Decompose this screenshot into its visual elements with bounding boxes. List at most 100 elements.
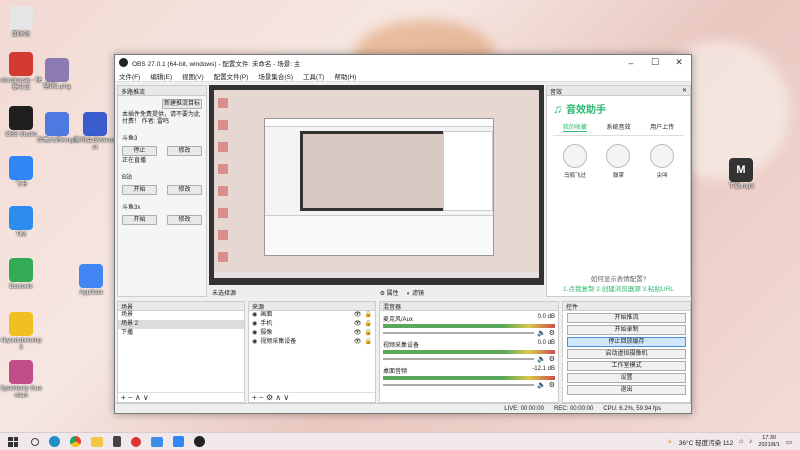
control-button[interactable]: 开始推流 [567,313,686,323]
stream-edit-button[interactable]: 修改 [167,215,202,225]
mixer-channel: 麦克风/Aux 0.0 dB 🔈 ⚙ [380,314,558,337]
stream-start-stop-button[interactable]: 开始 [122,215,157,225]
lock-icon[interactable]: 🔒 [365,320,372,329]
move-down-icon[interactable]: ∨ [143,393,149,402]
desktop-icon[interactable]: 壁纸1.png [36,58,78,91]
remove-scene-icon[interactable]: − [128,393,133,402]
desktop-icon[interactable]: 4kyoutubetomp3 [0,312,42,352]
taskbar: ☀ 36°C 轻度污染 112 ⌂ ♪ 17:30 2021/8/1 ▭ [0,432,800,450]
lock-icon[interactable]: 🔒 [365,329,372,338]
close-button[interactable]: ✕ [667,57,691,68]
stream-start-stop-button[interactable]: 停止 [122,146,157,156]
source-item[interactable]: ◉ 摄像 👁 🔒 [249,329,375,338]
desktop-icon[interactable]: 腾讯会议Wemeet [74,112,116,152]
sound-effect-button[interactable]: 乌鸦飞过 [562,144,588,179]
control-button[interactable]: 设置 [567,373,686,383]
menu-item[interactable]: 视图(V) [182,71,204,81]
stream-edit-button[interactable]: 修改 [167,185,202,195]
desktop-icon[interactable]: 伴奏大师Kmp3 [36,112,78,145]
visibility-eye-icon[interactable]: 👁 [354,329,362,338]
stream-edit-button[interactable]: 修改 [167,146,202,156]
assistant-tab[interactable]: 系统音效 [606,122,630,132]
chrome-icon[interactable] [70,436,81,447]
music-note-icon: ♫ [553,101,562,116]
mute-speaker-icon[interactable]: 🔈 [537,329,546,337]
assistant-tab[interactable]: 我的收藏 [562,122,587,132]
maximize-button[interactable]: ☐ [643,57,667,68]
dock-close-icon[interactable]: ✕ [682,87,687,94]
feishu-taskbar-icon[interactable] [173,436,184,447]
channel-settings-icon[interactable]: ⚙ [549,355,555,363]
network-icon[interactable]: ⌂ [739,438,743,445]
lock-icon[interactable]: 🔒 [365,338,372,347]
edge-icon[interactable] [49,436,60,447]
desktop-icon[interactable]: Ecutools [0,258,42,291]
menu-item[interactable]: 场景集合(S) [258,71,293,81]
sound-effect-button[interactable]: 尖叫 [649,144,675,179]
control-button[interactable]: 退出 [567,385,686,395]
lock-icon[interactable]: 🔒 [365,311,372,320]
mute-speaker-icon[interactable]: 🔈 [537,355,546,363]
properties-button[interactable]: ⚙ 属性 [380,288,399,297]
mute-speaker-icon[interactable]: 🔈 [537,381,546,389]
control-button[interactable]: 停止回放缓存 [567,337,686,347]
control-button[interactable]: 启动虚拟摄像机 [567,349,686,359]
desktop-icon[interactable]: AppData [70,264,112,297]
preview-canvas[interactable] [209,85,544,285]
assistant-tabs: 我的收藏 系统音效 用户上传 [553,122,684,136]
search-icon[interactable] [31,437,39,446]
add-source-icon[interactable]: + [252,393,257,402]
move-up-icon[interactable]: ∧ [275,393,281,402]
source-item[interactable]: ◉ 视频采集设备 👁 🔒 [249,338,375,347]
desktop-icon[interactable]: 飞书 [0,156,42,189]
visibility-eye-icon[interactable]: 👁 [354,320,362,329]
scene-item[interactable]: 场景 2 [118,320,244,329]
sound-effect-button[interactable]: 鼓掌 [605,144,631,179]
new-stream-target-button[interactable]: 新建推流目标 [162,99,202,109]
volume-slider[interactable] [383,332,534,334]
photos-icon[interactable] [151,436,163,447]
stream-start-stop-button[interactable]: 开始 [122,185,157,195]
move-down-icon[interactable]: ∨ [283,393,289,402]
desktop-icon[interactable]: 回收站 [0,6,42,39]
notification-icon[interactable]: ▭ [786,438,792,446]
obs-taskbar-icon[interactable] [194,436,205,447]
visibility-eye-icon[interactable]: 👁 [354,311,362,320]
help-steps[interactable]: 1.点我复制 2.创建浏览器源 3.粘贴URL [547,283,690,293]
menu-item[interactable]: 编辑(E) [150,71,172,81]
remove-source-icon[interactable]: − [259,393,264,402]
source-name: 手机 [260,321,273,327]
weather-text[interactable]: 36°C 轻度污染 112 [679,437,734,447]
music-icon[interactable] [113,436,121,447]
desktop-icon-label: 飞书 [14,182,27,188]
menu-item[interactable]: 工具(T) [303,71,324,81]
volume-icon[interactable]: ♪ [749,438,752,445]
desktop-icon[interactable]: TIM [0,206,42,239]
file-explorer-icon[interactable] [91,436,103,447]
minimize-button[interactable]: – [619,58,643,68]
channel-settings-icon[interactable]: ⚙ [549,329,555,337]
channel-settings-icon[interactable]: ⚙ [549,381,555,389]
desktop-icon-right[interactable]: M 下载.mp3 [720,158,762,191]
red-app-icon[interactable] [131,436,141,447]
desktop-icon[interactable]: Sparkleofy Guardian [0,360,42,400]
add-scene-icon[interactable]: + [121,393,126,402]
source-item[interactable]: ◉ 手机 👁 🔒 [249,320,375,329]
scene-item[interactable]: 场景 [118,311,244,320]
volume-slider[interactable] [383,384,534,386]
volume-slider[interactable] [383,358,534,360]
source-item[interactable]: ◉ 画面 👁 🔒 [249,311,375,320]
source-settings-icon[interactable]: ⚙ [266,393,273,402]
menu-item[interactable]: 帮助(H) [334,71,356,81]
control-button[interactable]: 开始录制 [567,325,686,335]
assistant-tab[interactable]: 用户上传 [650,122,674,132]
scene-item[interactable]: 下播 [118,329,244,338]
visibility-eye-icon[interactable]: 👁 [354,338,362,347]
start-button[interactable] [8,436,18,447]
clock[interactable]: 17:30 2021/8/1 [758,435,779,448]
menu-item[interactable]: 配置文件(P) [214,71,249,81]
filters-button[interactable]: ◐ 滤镜 [407,288,424,297]
menu-item[interactable]: 文件(F) [119,71,140,81]
control-button[interactable]: 工作室模式 [567,361,686,371]
move-up-icon[interactable]: ∧ [135,393,141,402]
